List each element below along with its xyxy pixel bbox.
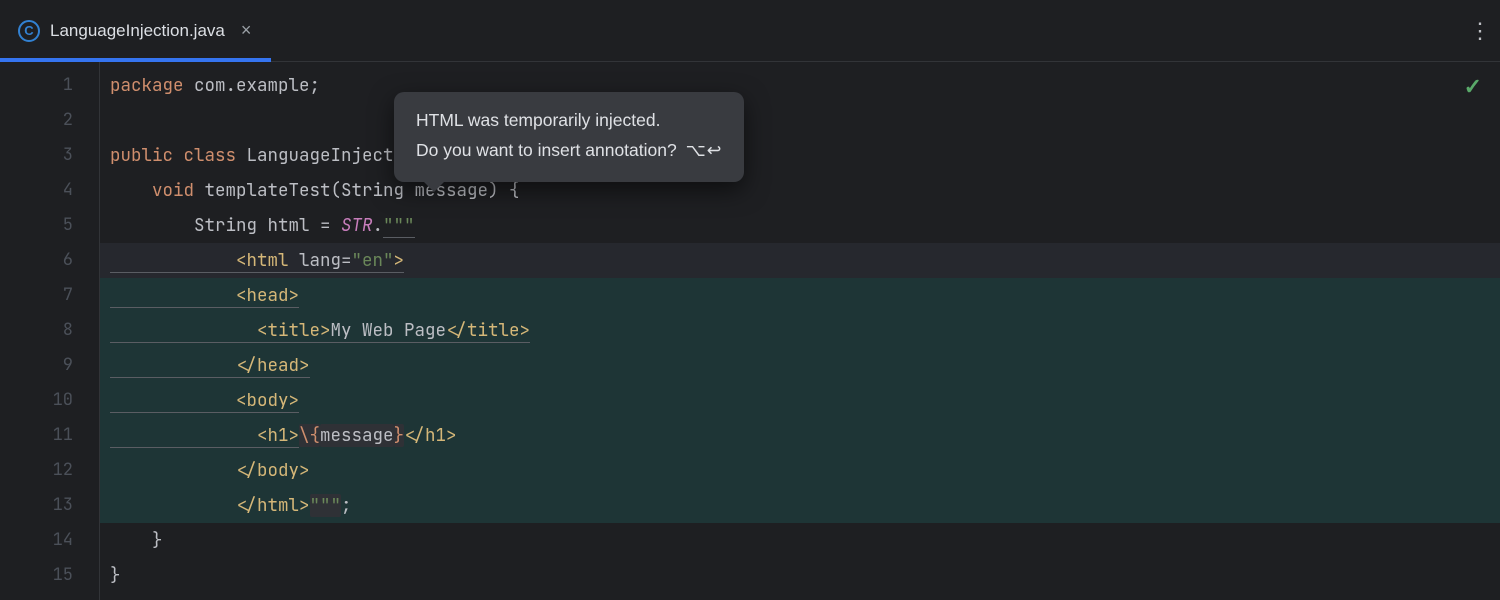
token-tag: </h1>: [404, 424, 457, 447]
token: My Web Page: [331, 319, 447, 343]
tabbar-spacer: [271, 0, 1460, 61]
token: ;: [341, 494, 352, 517]
token-keyword: public: [110, 144, 173, 167]
line-number[interactable]: 12: [0, 453, 99, 488]
token-tag: </title>: [446, 319, 530, 343]
token-string: """: [383, 214, 415, 238]
token-tag: </html>: [236, 494, 310, 517]
token: String html =: [194, 214, 341, 237]
line-number-gutter[interactable]: 1 2 3 4 5 6 7 8 9 10 11 12 13 14 15: [0, 62, 100, 600]
tab-language-injection[interactable]: C LanguageInjection.java ×: [0, 0, 271, 61]
code-area[interactable]: package com.example; public class Langua…: [100, 62, 1500, 600]
injection-hint-popup[interactable]: HTML was temporarily injected. Do you wa…: [394, 92, 744, 182]
code-line[interactable]: [100, 103, 1500, 138]
line-number[interactable]: 4: [0, 173, 99, 208]
line-number[interactable]: 13: [0, 488, 99, 523]
token-keyword: package: [110, 74, 184, 97]
code-line[interactable]: public class LanguageInjection {: [100, 138, 1500, 173]
line-number[interactable]: 1: [0, 68, 99, 103]
token-tag: <html: [236, 249, 289, 273]
line-number[interactable]: 6: [0, 243, 99, 278]
code-line[interactable]: }: [100, 523, 1500, 558]
token-tag: <title>: [257, 319, 331, 343]
code-line[interactable]: <html lang="en">: [100, 243, 1500, 278]
tab-bar: C LanguageInjection.java × ⋮: [0, 0, 1500, 62]
token: =: [341, 249, 352, 273]
line-number[interactable]: 9: [0, 348, 99, 383]
popup-line1: HTML was temporarily injected.: [416, 106, 722, 136]
token-attr: lang: [289, 249, 342, 273]
code-line[interactable]: void templateTest(String message) {: [100, 173, 1500, 208]
line-number[interactable]: 5: [0, 208, 99, 243]
line-number[interactable]: 7: [0, 278, 99, 313]
code-line[interactable]: String html = STR.""": [100, 208, 1500, 243]
token: com.example;: [184, 74, 321, 97]
code-line[interactable]: <head>: [100, 278, 1500, 313]
code-line[interactable]: </html>""";: [100, 488, 1500, 523]
code-line[interactable]: package com.example;: [100, 68, 1500, 103]
token-keyword: class: [184, 144, 237, 167]
line-number[interactable]: 2: [0, 103, 99, 138]
token-tag: <head>: [236, 284, 299, 308]
code-line[interactable]: <h1>\{message}</h1>: [100, 418, 1500, 453]
token-template: STR: [341, 214, 373, 237]
token-escape: \{: [299, 424, 320, 447]
token-variable: message: [320, 424, 394, 447]
token: }: [152, 529, 163, 552]
token: templateTest(String message) {: [194, 179, 520, 202]
token-attr-value: "en": [352, 249, 394, 273]
code-line[interactable]: </head>: [100, 348, 1500, 383]
token-escape: }: [394, 424, 405, 447]
token-string: """: [310, 494, 342, 517]
tab-label: LanguageInjection.java: [50, 21, 225, 41]
code-editor[interactable]: ✓ HTML was temporarily injected. Do you …: [0, 62, 1500, 600]
token-tag: <h1>: [257, 424, 299, 448]
class-file-icon: C: [18, 20, 40, 42]
token-tag: </head>: [236, 354, 310, 378]
line-number[interactable]: 15: [0, 558, 99, 593]
code-line[interactable]: </body>: [100, 453, 1500, 488]
close-icon[interactable]: ×: [237, 18, 256, 43]
popup-line2: Do you want to insert annotation? ⌥↩: [416, 136, 722, 166]
line-number[interactable]: 10: [0, 383, 99, 418]
code-line[interactable]: }: [100, 558, 1500, 593]
token: .: [373, 214, 384, 237]
popup-line2-text: Do you want to insert annotation?: [416, 140, 677, 160]
line-number[interactable]: 3: [0, 138, 99, 173]
popup-shortcut: ⌥↩: [686, 140, 723, 160]
token: }: [110, 564, 121, 587]
token-tag: <body>: [236, 389, 299, 413]
line-number[interactable]: 14: [0, 523, 99, 558]
line-number[interactable]: 11: [0, 418, 99, 453]
kebab-menu-icon[interactable]: ⋮: [1460, 0, 1500, 61]
code-line[interactable]: <body>: [100, 383, 1500, 418]
token-keyword: void: [152, 179, 194, 202]
token-tag: </body>: [236, 459, 310, 482]
token-tag: >: [394, 249, 405, 273]
code-line[interactable]: <title>My Web Page</title>: [100, 313, 1500, 348]
line-number[interactable]: 8: [0, 313, 99, 348]
